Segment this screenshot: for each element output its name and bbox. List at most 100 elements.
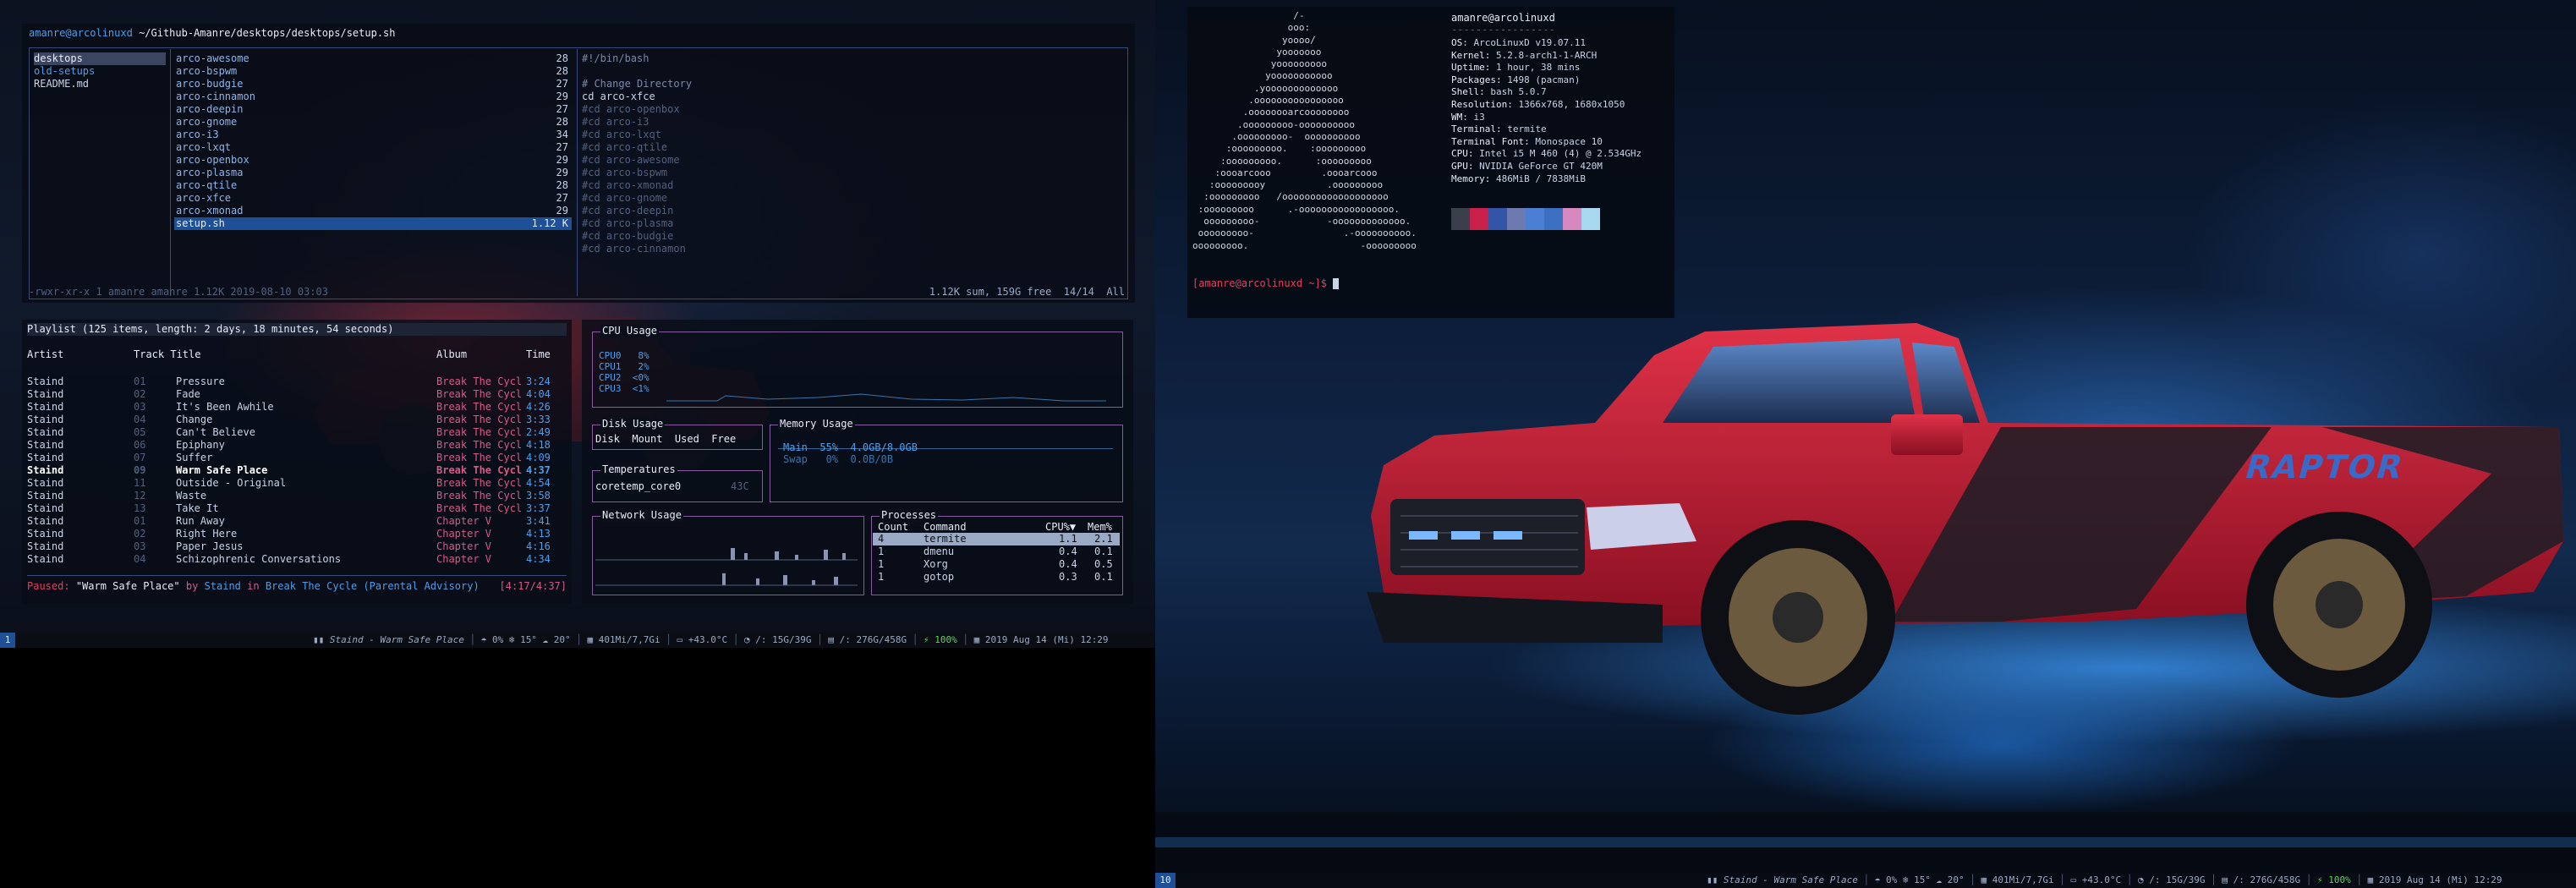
cmus-track-album: Chapter V <box>436 553 492 565</box>
ranger-parent-item[interactable]: old-setups <box>34 65 166 78</box>
gotop-process-row[interactable]: 1 dmenu 0.4 0.1 <box>873 545 1120 558</box>
workspace-button[interactable]: 10 <box>1155 873 1176 888</box>
neofetch-info-key: Uptime <box>1451 62 1485 74</box>
cpu-temp-icon: ▭ <box>677 634 688 645</box>
ranger-file-row[interactable]: arco-xmonad 29 <box>174 205 572 217</box>
ranger-file-count: 34 <box>556 129 568 140</box>
now-playing[interactable]: Staind - Warm Safe Place <box>1724 874 1858 885</box>
ranger-file-count: 29 <box>556 154 568 166</box>
ranger-file-name: arco-cinnamon <box>176 90 255 102</box>
cmus-track-row[interactable]: Staind 01 Pressure Break The Cycl 3:24 <box>27 375 567 388</box>
cmus-track-row[interactable]: Staind 03 Paper Jesus Chapter V 4:16 <box>27 540 567 553</box>
neofetch-info-key: Terminal Font <box>1451 135 1525 147</box>
gotop-net-title: Network Usage <box>600 509 683 522</box>
cmus-col-artist[interactable]: Artist <box>27 348 63 361</box>
ranger-preview-line: #cd arco-bspwm <box>582 167 668 178</box>
gotop-cpu-row: CPU3 <1% <box>599 383 649 394</box>
cmus-track-number: 12 <box>134 490 146 502</box>
ranger-file-count: 27 <box>556 103 568 115</box>
ranger-file-row[interactable]: arco-xfce 27 <box>174 192 572 205</box>
neofetch-info-colon: : <box>1484 49 1496 61</box>
ranger-preview-line: #cd arco-gnome <box>582 192 668 204</box>
cmus-track-number: 01 <box>134 515 146 527</box>
ranger-file-row[interactable]: setup.sh 1.12 K <box>174 217 572 230</box>
ranger-preview-line: #cd arco-xmonad <box>582 179 674 191</box>
cmus-track-title: Paper Jesus <box>176 540 244 552</box>
ranger-file-row[interactable]: arco-plasma 29 <box>174 167 572 179</box>
ranger-file-name: arco-bspwm <box>176 65 238 77</box>
cmus-track-number: 05 <box>134 426 146 438</box>
ranger-status-left: -rwxr-xr-x 1 amanre amanre 1.12K 2019-08… <box>29 286 329 298</box>
ranger-file-name: arco-gnome <box>176 116 238 128</box>
workspace-button[interactable]: 1 <box>0 633 15 648</box>
cmus-track-row[interactable]: Staind 13 Take It Break The Cycl 3:37 <box>27 502 567 515</box>
ranger-file-row[interactable]: arco-openbox 29 <box>174 154 572 167</box>
ranger-file-name: arco-awesome <box>176 52 249 64</box>
cmus-track-row[interactable]: Staind 09 Warm Safe Place Break The Cycl 4:3… <box>27 464 567 477</box>
gotop-proc-header-mem[interactable]: Mem% <box>1088 521 1112 534</box>
ranger-file-row[interactable]: arco-i3 34 <box>174 129 572 141</box>
cmus-status-by: by <box>185 580 199 592</box>
datetime[interactable]: 2019 Aug 14 (Mi) 12:29 <box>985 634 1109 645</box>
gotop-disk-title: Disk Usage <box>600 418 666 430</box>
cmus-track-list[interactable]: Staind 01 Pressure Break The Cycl 3:24 Staind… <box>27 375 567 566</box>
gotop-process-list[interactable]: 4 termite 1.1 2.1 1 dmenu 0.4 0.1 1 Xorg 0.4 0.5 1 go… <box>873 533 1120 584</box>
cmus-terminal[interactable]: Playlist (125 items, length: 2 days, 18 … <box>22 320 572 604</box>
now-playing[interactable]: Staind - Warm Safe Place <box>330 634 464 645</box>
cmus-track-row[interactable]: Staind 04 Schizophrenic Conversations Chapt… <box>27 553 567 566</box>
gotop-process-row[interactable]: 4 termite 1.1 2.1 <box>873 533 1120 545</box>
gotop-proc-header-command[interactable]: Command <box>924 521 967 534</box>
ranger-file-row[interactable]: arco-deepin 27 <box>174 103 572 116</box>
cmus-track-row[interactable]: Staind 05 Can't Believe Break The Cycl 2:49 <box>27 426 567 439</box>
cmus-track-row[interactable]: Staind 03 It's Been Awhile Break The Cycl 4:… <box>27 401 567 414</box>
gotop-process-row[interactable]: 1 Xorg 0.4 0.5 <box>873 558 1120 571</box>
cmus-track-number: 06 <box>134 439 146 451</box>
cmus-track-time: 4:04 <box>526 388 551 400</box>
ranger-parent-item[interactable]: README.md <box>34 78 166 90</box>
cmus-track-row[interactable]: Staind 11 Outside - Original Break The Cycl… <box>27 477 567 490</box>
ranger-file-count: 28 <box>556 52 568 64</box>
ranger-preview-line: #cd arco-lxqt <box>582 129 661 140</box>
gotop-proc-header-cpu[interactable]: CPU%▼ <box>1045 521 1076 534</box>
ranger-terminal[interactable]: amanre@arcolinuxd ~/Github-Amanre/deskto… <box>22 24 1135 303</box>
cmus-track-row[interactable]: Staind 07 Suffer Break The Cycl 4:09 <box>27 452 567 464</box>
cmus-status-paused: Paused: <box>27 580 70 592</box>
gotop-proc-header-count[interactable]: Count <box>878 521 908 534</box>
ranger-preview-line: #cd arco-awesome <box>582 154 680 166</box>
cmus-track-number: 04 <box>134 414 146 425</box>
cmus-track-row[interactable]: Staind 12 Waste Break The Cycl 3:58 <box>27 490 567 502</box>
ranger-file-row[interactable]: arco-qtile 28 <box>174 179 572 192</box>
cmus-col-track[interactable]: Track Title <box>134 348 200 361</box>
ranger-parent-list[interactable]: desktops old-setups README.md <box>34 52 166 90</box>
memory-icon: ▦ <box>1981 874 1992 885</box>
ranger-file-row[interactable]: arco-budgie 27 <box>174 78 572 90</box>
gotop-disk-headers: Disk Mount Used Free <box>595 433 737 445</box>
cmus-track-artist: Staind <box>27 502 64 514</box>
cmus-col-album[interactable]: Album <box>436 348 467 361</box>
gotop-process-row[interactable]: 1 gotop 0.3 0.1 <box>873 571 1120 584</box>
cmus-col-time[interactable]: Time <box>526 348 551 361</box>
neofetch-info-value: bash 5.0.7 <box>1490 86 1547 98</box>
home-disk-icon: ▤ <box>828 634 840 645</box>
cmus-track-row[interactable]: Staind 06 Epiphany Break The Cycl 4:18 <box>27 439 567 452</box>
cmus-track-row[interactable]: Staind 02 Fade Break The Cycl 4:04 <box>27 388 567 401</box>
cmus-track-row[interactable]: Staind 04 Change Break The Cycl 3:33 <box>27 414 567 426</box>
cmus-track-row[interactable]: Staind 02 Right Here Chapter V 4:13 <box>27 528 567 540</box>
ranger-file-list[interactable]: arco-awesome 28 arco-bspwm 28 arco-budgie 27 a… <box>174 52 572 230</box>
neofetch-info-value: termite <box>1507 123 1547 135</box>
cmus-track-time: 4:54 <box>526 477 551 489</box>
ranger-file-row[interactable]: arco-bspwm 28 <box>174 65 572 78</box>
gotop-terminal[interactable]: CPU Usage CPU0 8% CPU1 2% CPU2 <0% CPU3 <1%… <box>582 320 1133 604</box>
ranger-file-row[interactable]: arco-lxqt 27 <box>174 141 572 154</box>
cmus-track-title: Pressure <box>176 375 225 387</box>
ranger-preview-line: #cd arco-plasma <box>582 217 674 229</box>
cmus-track-row[interactable]: Staind 01 Run Away Chapter V 3:41 <box>27 515 567 528</box>
datetime[interactable]: 2019 Aug 14 (Mi) 12:29 <box>2379 874 2502 885</box>
ranger-file-row[interactable]: arco-cinnamon 29 <box>174 90 572 103</box>
neofetch-prompt[interactable]: [amanre@arcolinuxd ~]$ <box>1192 277 1340 290</box>
ranger-file-name: arco-xfce <box>176 192 232 204</box>
ranger-file-row[interactable]: arco-gnome 28 <box>174 116 572 129</box>
ranger-file-row[interactable]: arco-awesome 28 <box>174 52 572 65</box>
neofetch-terminal[interactable]: /- ooo: yoooo/ yooooooo yooooooooo yoooo… <box>1187 7 1674 318</box>
ranger-parent-item[interactable]: desktops <box>34 52 166 65</box>
